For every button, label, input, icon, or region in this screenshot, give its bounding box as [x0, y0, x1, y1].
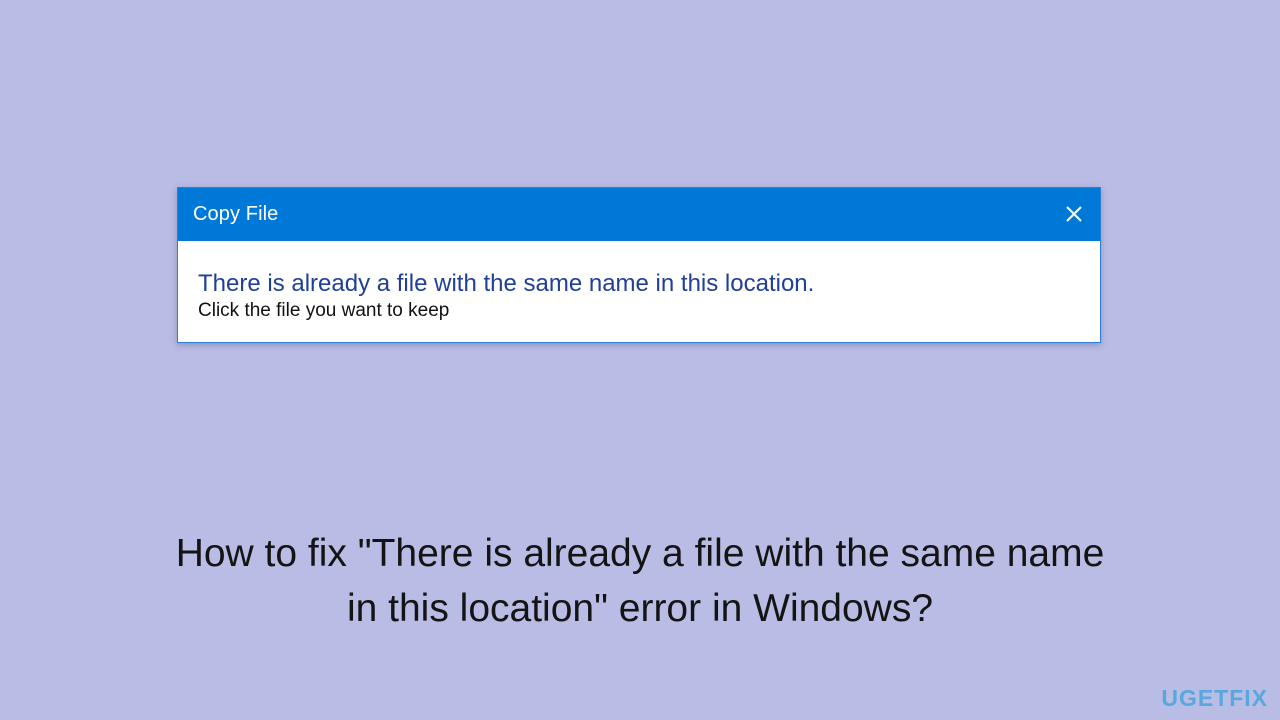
- dialog-instruction: Click the file you want to keep: [198, 300, 450, 321]
- dialog-message: There is already a file with the same na…: [198, 270, 815, 297]
- ugetfix-logo: UGETFIX: [1161, 685, 1268, 711]
- dialog-titlebar: Copy File: [178, 188, 1100, 241]
- headline-line-1: How to fix "There is already a file with…: [175, 532, 1105, 575]
- dialog-title: Copy File: [193, 203, 279, 225]
- headline-caption: How to fix "There is already a file with…: [0, 526, 1280, 636]
- dialog-body: There is already a file with the same na…: [198, 269, 1080, 323]
- headline-line-2: in this location" error in Windows?: [346, 587, 934, 630]
- close-button[interactable]: [1060, 200, 1088, 228]
- close-icon: [1066, 206, 1082, 222]
- copy-file-dialog: Copy File There is already a file with t…: [177, 187, 1101, 343]
